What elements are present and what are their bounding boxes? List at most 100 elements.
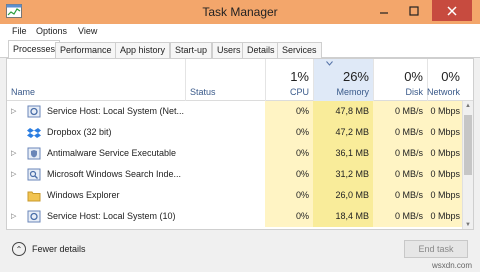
process-cpu: 0% xyxy=(265,122,313,143)
process-row[interactable]: Windows Explorer 0% 26,0 MB 0 MB/s 0 Mbps xyxy=(7,185,473,206)
maximize-button[interactable] xyxy=(400,0,428,21)
process-row[interactable]: ▷ Service Host: Local System (10) 0% 18,4 M… xyxy=(7,206,473,227)
process-row[interactable]: ▷ Microsoft Windows Search Inde... 0% 31,2 … xyxy=(7,164,473,185)
tab-processes[interactable]: Processes xyxy=(8,40,61,58)
process-memory: 47,8 MB xyxy=(313,101,373,122)
process-network: 0 Mbps xyxy=(427,101,464,122)
tab-services[interactable]: Services xyxy=(277,42,322,58)
tab-performance[interactable]: Performance xyxy=(55,42,117,58)
scroll-up-icon[interactable]: ▲ xyxy=(465,103,472,109)
search-icon xyxy=(27,168,41,181)
process-network: 0 Mbps xyxy=(427,143,464,164)
tab-users[interactable]: Users xyxy=(212,42,246,58)
process-name: Windows Explorer xyxy=(47,190,120,200)
process-network: 0 Mbps xyxy=(427,122,464,143)
expand-arrow-icon[interactable]: ▷ xyxy=(11,107,19,116)
expand-arrow-icon[interactable]: ▷ xyxy=(11,212,19,221)
sort-descending-icon xyxy=(326,61,333,66)
scroll-down-icon[interactable]: ▼ xyxy=(465,222,472,228)
process-disk: 0 MB/s xyxy=(373,143,427,164)
maximize-icon xyxy=(409,5,419,16)
fewer-details-button[interactable]: ⌃ Fewer details xyxy=(12,242,86,256)
column-cpu[interactable]: 1% CPU xyxy=(265,59,313,101)
column-memory[interactable]: 26% Memory xyxy=(313,59,373,101)
close-button[interactable] xyxy=(432,0,472,21)
tab-bar: Processes Performance App history Start-… xyxy=(0,40,480,58)
menu-bar: File Options View xyxy=(0,24,480,40)
process-name: Service Host: Local System (10) xyxy=(47,211,176,221)
title-bar: Task Manager xyxy=(0,0,480,24)
fewer-details-label: Fewer details xyxy=(32,244,86,254)
process-disk: 0 MB/s xyxy=(373,185,427,206)
folder-icon xyxy=(27,191,41,202)
column-memory-label: Memory xyxy=(336,87,369,97)
process-cpu: 0% xyxy=(265,206,313,227)
process-network: 0 Mbps xyxy=(427,185,464,206)
network-total: 0% xyxy=(441,69,460,84)
process-memory: 18,4 MB xyxy=(313,206,373,227)
gear-icon xyxy=(27,105,41,118)
process-status xyxy=(185,185,265,206)
minimize-icon xyxy=(380,11,388,14)
vertical-scrollbar[interactable]: ▲ ▼ xyxy=(462,101,473,229)
process-name: Antimalware Service Executable xyxy=(47,148,177,158)
column-status[interactable]: Status xyxy=(185,59,265,101)
process-cpu: 0% xyxy=(265,185,313,206)
column-cpu-label: CPU xyxy=(289,87,309,97)
menu-view[interactable]: View xyxy=(78,26,97,36)
close-icon xyxy=(447,5,457,16)
footer: ⌃ Fewer details End task wsxdn.com xyxy=(0,232,480,272)
process-status xyxy=(185,206,265,227)
process-row[interactable]: ▷ Antimalware Service Executable 0% 36,1 MB… xyxy=(7,143,473,164)
process-cpu: 0% xyxy=(265,164,313,185)
process-disk: 0 MB/s xyxy=(373,101,427,122)
process-status xyxy=(185,143,265,164)
column-disk-label: Disk xyxy=(405,87,424,97)
gear-icon xyxy=(27,210,41,223)
column-network-label: Network xyxy=(426,87,460,97)
process-network: 0 Mbps xyxy=(427,206,464,227)
process-memory: 26,0 MB xyxy=(313,185,373,206)
expand-arrow-icon[interactable]: ▷ xyxy=(11,149,19,158)
process-disk: 0 MB/s xyxy=(373,122,427,143)
process-status xyxy=(185,164,265,185)
column-network[interactable]: 0% Network xyxy=(427,59,464,101)
minimize-button[interactable] xyxy=(370,0,398,21)
expand-arrow-icon[interactable]: ▷ xyxy=(11,170,19,179)
menu-options[interactable]: Options xyxy=(36,26,67,36)
menu-file[interactable]: File xyxy=(12,26,27,36)
process-name: Service Host: Local System (Net... xyxy=(47,106,185,116)
tab-app-history[interactable]: App history xyxy=(115,42,171,58)
memory-total: 26% xyxy=(342,69,369,84)
tab-details[interactable]: Details xyxy=(242,42,280,58)
process-memory: 36,1 MB xyxy=(313,143,373,164)
column-name-label: Name xyxy=(11,87,36,97)
column-disk[interactable]: 0% Disk xyxy=(373,59,427,101)
end-task-button[interactable]: End task xyxy=(404,240,468,258)
process-name: Dropbox (32 bit) xyxy=(47,127,112,137)
process-cpu: 0% xyxy=(265,101,313,122)
process-memory: 31,2 MB xyxy=(313,164,373,185)
process-name: Microsoft Windows Search Inde... xyxy=(47,169,182,179)
column-status-label: Status xyxy=(190,87,216,97)
process-memory: 47,2 MB xyxy=(313,122,373,143)
column-name[interactable]: Name xyxy=(7,59,185,101)
dropbox-icon xyxy=(27,128,41,138)
scrollbar-thumb[interactable] xyxy=(464,115,472,175)
process-list: Name Status 1% CPU 26% Memory 0% Disk 0%… xyxy=(6,58,474,230)
column-header-row: Name Status 1% CPU 26% Memory 0% Disk 0%… xyxy=(7,59,473,101)
process-row[interactable]: ▷ Service Host: Local System (Net... 0% 47,… xyxy=(7,101,473,122)
process-status xyxy=(185,101,265,122)
chevron-up-icon: ⌃ xyxy=(12,242,26,256)
shield-icon xyxy=(27,147,41,160)
process-network: 0 Mbps xyxy=(427,164,464,185)
tab-startup[interactable]: Start-up xyxy=(170,42,213,58)
process-disk: 0 MB/s xyxy=(373,206,427,227)
process-row[interactable]: Dropbox (32 bit) 0% 47,2 MB 0 MB/s 0 Mbps xyxy=(7,122,473,143)
task-manager-window: Task Manager File Options View Processes… xyxy=(0,0,480,272)
process-cpu: 0% xyxy=(265,143,313,164)
process-status xyxy=(185,122,265,143)
disk-total: 0% xyxy=(404,69,423,84)
watermark: wsxdn.com xyxy=(431,261,472,270)
process-disk: 0 MB/s xyxy=(373,164,427,185)
